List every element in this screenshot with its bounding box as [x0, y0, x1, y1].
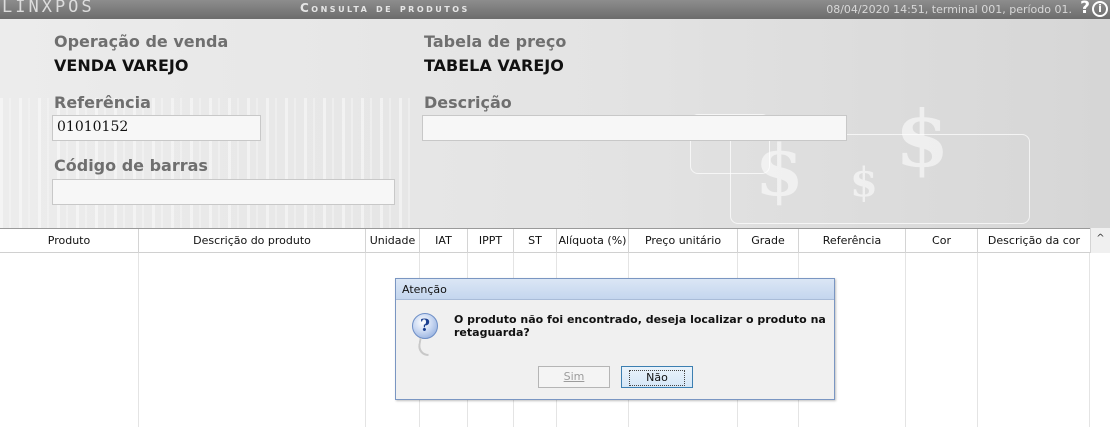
title-bar: LINXPOS Consulta de produtos 08/04/2020 … — [0, 0, 1110, 19]
operacao-label: Operação de venda — [54, 32, 229, 51]
column-header[interactable]: Cor — [906, 229, 978, 253]
info-icon[interactable]: i — [1092, 1, 1108, 17]
column-header[interactable]: Alíquota (%) — [557, 229, 629, 253]
tabela-label: Tabela de preço — [424, 32, 567, 51]
window-title: Consulta de produtos — [300, 1, 470, 15]
sim-button[interactable]: Sim — [538, 366, 610, 388]
grid-column-line — [978, 253, 1090, 427]
column-header[interactable]: IAT — [420, 229, 468, 253]
table-header: Produto Descrição do produto Unidade IAT… — [0, 228, 1110, 253]
descricao-label: Descrição — [424, 93, 512, 112]
column-header[interactable]: ST — [514, 229, 557, 253]
scroll-up-arrow-icon[interactable]: ^ — [1090, 228, 1110, 253]
dialog-title: Atenção — [396, 279, 834, 300]
referencia-input[interactable]: 01010152 — [52, 115, 261, 141]
nao-button-label: Não — [629, 370, 685, 386]
question-icon: ? — [412, 313, 438, 339]
column-header[interactable]: Unidade — [366, 229, 420, 253]
codigo-barras-input[interactable] — [52, 179, 395, 205]
dollar-icon: $ — [755, 129, 804, 212]
question-icon-tail — [416, 338, 432, 356]
confirm-dialog: Atenção ? O produto não foi encontrado, … — [395, 278, 835, 400]
column-header[interactable]: Descrição do produto — [139, 229, 366, 253]
dollar-icon: $ — [850, 159, 878, 206]
dollar-icon: $ — [895, 94, 950, 185]
grid-column-line — [0, 253, 139, 427]
column-header[interactable]: Produto — [0, 229, 139, 253]
app-brand: LINXPOS — [2, 0, 95, 17]
tabela-value: TABELA VAREJO — [424, 56, 564, 75]
column-header[interactable]: Grade — [738, 229, 799, 253]
session-status: 08/04/2020 14:51, terminal 001, período … — [826, 3, 1072, 16]
descricao-input[interactable] — [422, 115, 847, 141]
column-header[interactable]: Descrição da cor — [978, 229, 1090, 253]
dialog-message: O produto não foi encontrado, deseja loc… — [454, 313, 826, 339]
column-header[interactable]: Referência — [799, 229, 906, 253]
sim-button-label: Sim — [563, 370, 585, 383]
grid-column-line — [906, 253, 978, 427]
nao-button[interactable]: Não — [621, 366, 693, 388]
column-header[interactable]: IPPT — [468, 229, 514, 253]
grid-column-line — [139, 253, 366, 427]
codigo-barras-label: Código de barras — [54, 156, 208, 175]
column-header[interactable]: Preço unitário — [629, 229, 738, 253]
referencia-label: Referência — [54, 93, 151, 112]
form-area: $ $ $ Operação de venda VENDA VAREJO Tab… — [0, 19, 1110, 228]
operacao-value: VENDA VAREJO — [54, 56, 189, 75]
question-mark-icon[interactable]: ? — [1080, 0, 1090, 18]
